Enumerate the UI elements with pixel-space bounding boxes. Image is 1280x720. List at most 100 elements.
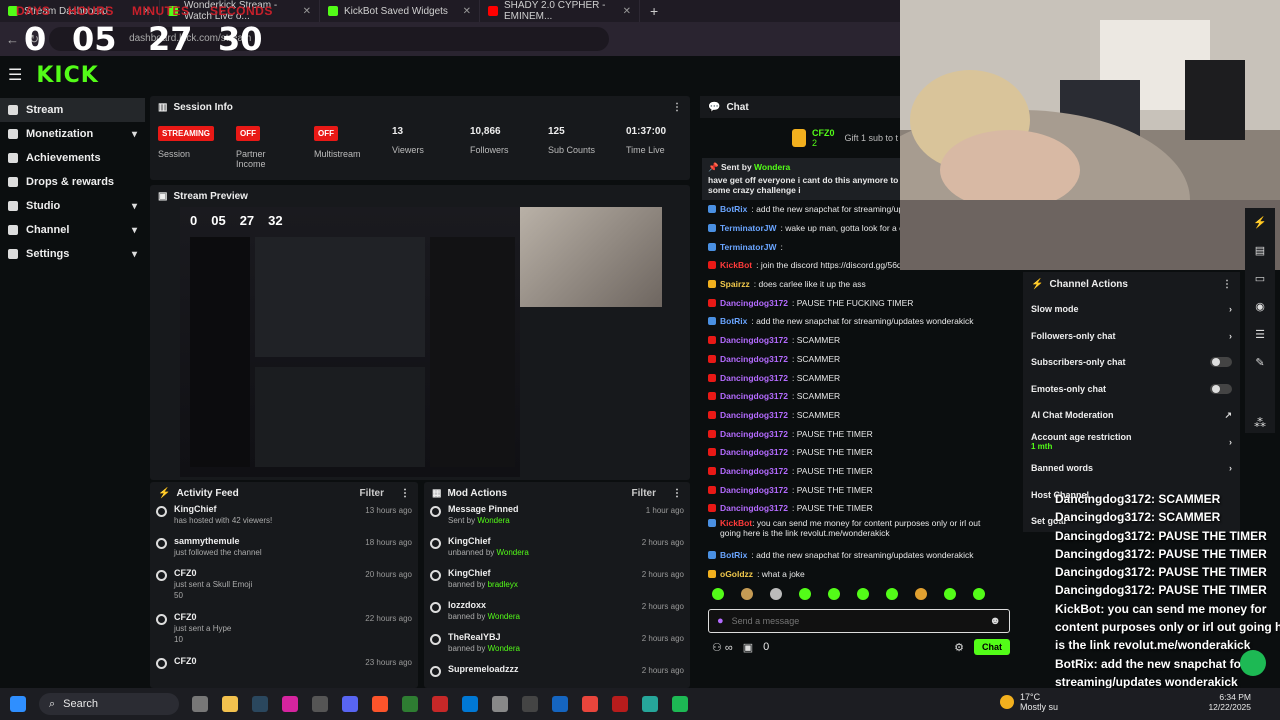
- chat-username[interactable]: BotRix: [720, 204, 747, 214]
- sidebar-item-settings[interactable]: Settings ▾: [0, 242, 145, 266]
- windows-start-icon[interactable]: [10, 696, 26, 712]
- document-icon[interactable]: ▤: [1245, 236, 1275, 264]
- mic-icon[interactable]: ●: [717, 615, 724, 627]
- subscribers-only-toggle[interactable]: [1210, 357, 1232, 368]
- connections-icon[interactable]: ⁂: [1254, 416, 1266, 430]
- emoji-icon[interactable]: ☻: [989, 615, 1001, 627]
- chat-username[interactable]: Dancingdog3172: [720, 466, 788, 476]
- chrome-icon[interactable]: [582, 696, 598, 712]
- chat-username[interactable]: Dancingdog3172: [720, 354, 788, 364]
- action-followers-only[interactable]: Followers-only chat ›: [1023, 323, 1240, 350]
- broadcast-icon[interactable]: ◉: [1245, 292, 1275, 320]
- emote-icon[interactable]: [741, 588, 753, 601]
- chat-username[interactable]: Dancingdog3172: [720, 373, 788, 383]
- github-icon[interactable]: [522, 696, 538, 712]
- emote-icon[interactable]: [857, 588, 869, 601]
- action-slow-mode[interactable]: Slow mode ›: [1023, 296, 1240, 323]
- chat-username[interactable]: KickBot: [720, 260, 752, 270]
- chat-username[interactable]: Dancingdog3172: [720, 429, 788, 439]
- emote-icon[interactable]: [944, 588, 956, 601]
- app-icon[interactable]: [402, 696, 418, 712]
- sidebar-item-studio[interactable]: Studio ▾: [0, 194, 145, 218]
- clock[interactable]: 6:34 PM 12/22/2025: [1195, 692, 1251, 712]
- menu-icon[interactable]: ☰: [8, 65, 22, 85]
- action-banned-words[interactable]: Banned words ›: [1023, 455, 1240, 482]
- taskbar-search[interactable]: ⌕ Search: [39, 693, 179, 715]
- chat-username[interactable]: Dancingdog3172: [720, 335, 788, 345]
- sidebar-item-achievements[interactable]: Achievements: [0, 146, 145, 170]
- emote-icon[interactable]: [799, 588, 811, 601]
- settings-icon[interactable]: [492, 696, 508, 712]
- weather-widget[interactable]: 17°C Mostly su: [1000, 692, 1058, 712]
- emote-icon[interactable]: [712, 588, 724, 601]
- sidebar-item-stream[interactable]: Stream: [0, 98, 145, 122]
- action-account-age[interactable]: Account age restriction 1 mth ›: [1023, 429, 1240, 456]
- close-tab-icon[interactable]: ✕: [303, 6, 311, 17]
- send-chat-button[interactable]: Chat: [974, 639, 1010, 656]
- close-tab-icon[interactable]: ✕: [623, 6, 631, 17]
- more-options-icon[interactable]: ⋮: [672, 102, 682, 113]
- emote-icon[interactable]: [973, 588, 985, 601]
- chevron-right-icon: ›: [1229, 463, 1232, 474]
- crown-icon: [792, 129, 806, 147]
- chat-username[interactable]: Spairzz: [720, 279, 750, 289]
- list-icon[interactable]: ☰: [1245, 320, 1275, 348]
- action-ai-moderation[interactable]: AI Chat Moderation ↗: [1023, 402, 1240, 429]
- chat-username[interactable]: Dancingdog3172: [720, 298, 788, 308]
- kick-logo[interactable]: KICK: [36, 63, 98, 88]
- app-icon[interactable]: [612, 696, 628, 712]
- filter-button[interactable]: Filter: [360, 488, 384, 499]
- more-options-icon[interactable]: ⋮: [400, 488, 410, 499]
- more-options-icon[interactable]: ⋮: [672, 488, 682, 499]
- spotify-icon[interactable]: [672, 696, 688, 712]
- chat-username[interactable]: Dancingdog3172: [720, 503, 788, 513]
- more-options-icon[interactable]: ⋮: [1222, 279, 1232, 290]
- chat-username[interactable]: BotRix: [720, 316, 747, 326]
- emote-icon[interactable]: [915, 588, 927, 601]
- steam-icon[interactable]: [252, 696, 268, 712]
- chat-input[interactable]: [731, 616, 982, 627]
- chat-title: Chat: [726, 101, 749, 113]
- new-tab-button[interactable]: +: [640, 3, 668, 19]
- tab-youtube[interactable]: SHADY 2.0 CYPHER - EMINEM... ✕: [480, 0, 640, 22]
- sidebar-item-drops[interactable]: Drops & rewards: [0, 170, 145, 194]
- stream-preview-video[interactable]: 0 05 27 32: [180, 207, 662, 477]
- chat-username[interactable]: TerminatorJW: [720, 223, 777, 233]
- sidebar-item-channel[interactable]: Channel ▾: [0, 218, 145, 242]
- tab-kickbot-widgets[interactable]: KickBot Saved Widgets ✕: [320, 0, 480, 22]
- discord-icon[interactable]: [342, 696, 358, 712]
- overlay-chat-line: KickBot: you can send me money for: [1055, 601, 1267, 616]
- app-icon[interactable]: [552, 696, 568, 712]
- chat-icon[interactable]: ▭: [1245, 264, 1275, 292]
- task-view-icon[interactable]: [192, 696, 208, 712]
- emotes-only-toggle[interactable]: [1210, 383, 1232, 394]
- action-emotes-only[interactable]: Emotes-only chat: [1023, 376, 1240, 403]
- app-icon[interactable]: [432, 696, 448, 712]
- close-tab-icon[interactable]: ✕: [463, 6, 471, 17]
- sidebar-item-monetization[interactable]: Monetization ▾: [0, 122, 145, 146]
- action-subscribers-only[interactable]: Subscribers-only chat: [1023, 349, 1240, 376]
- emote-icon[interactable]: [828, 588, 840, 601]
- filter-button[interactable]: Filter: [632, 488, 656, 499]
- users-icon[interactable]: ⚇ ∞: [712, 641, 733, 654]
- chat-username[interactable]: TerminatorJW: [720, 242, 777, 252]
- webcam-feed: [900, 0, 1280, 270]
- emote-icon[interactable]: [886, 588, 898, 601]
- badge-icon: [708, 551, 716, 560]
- lightning-icon[interactable]: ⚡: [1245, 208, 1275, 236]
- brave-icon[interactable]: [372, 696, 388, 712]
- chat-username[interactable]: Dancingdog3172: [720, 447, 788, 457]
- app-icon[interactable]: [312, 696, 328, 712]
- instagram-icon[interactable]: [282, 696, 298, 712]
- settings-icon[interactable]: ⚙: [954, 641, 964, 654]
- emote-icon[interactable]: [770, 588, 782, 601]
- chat-username[interactable]: Dancingdog3172: [720, 485, 788, 495]
- chat-username[interactable]: Dancingdog3172: [720, 391, 788, 401]
- timer-hours: 05: [72, 20, 117, 58]
- chat-username[interactable]: Dancingdog3172: [720, 410, 788, 420]
- wrench-icon[interactable]: ✎: [1245, 348, 1275, 376]
- file-explorer-icon[interactable]: [222, 696, 238, 712]
- outlook-icon[interactable]: [462, 696, 478, 712]
- chat-message: oGoldzz: what a joke: [700, 564, 1020, 583]
- app-icon[interactable]: [642, 696, 658, 712]
